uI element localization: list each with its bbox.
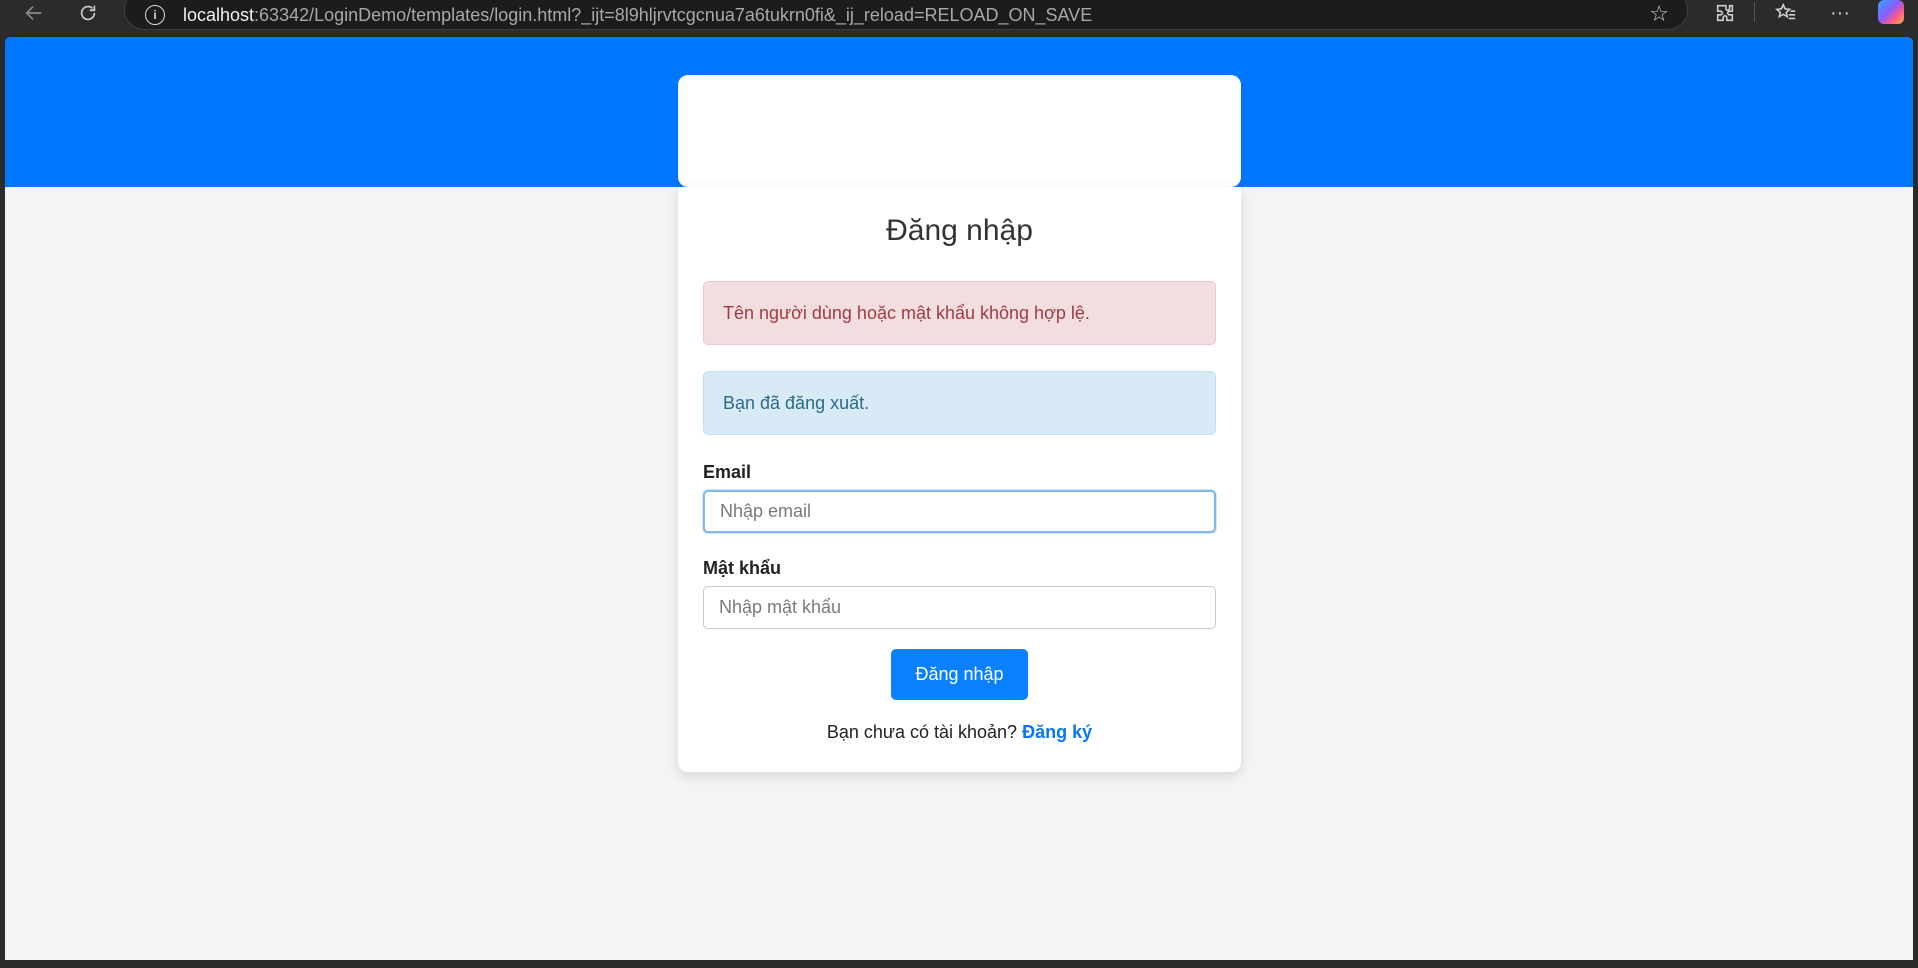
favorites-icon[interactable] bbox=[1770, 0, 1802, 26]
url-host: localhost bbox=[183, 4, 255, 25]
register-link[interactable]: Đăng ký bbox=[1022, 722, 1092, 742]
register-prompt-text: Bạn chưa có tài khoản? bbox=[826, 722, 1018, 742]
email-label: Email bbox=[703, 462, 752, 482]
error-alert-text: Tên người dùng hoặc mật khẩu không hợp l… bbox=[723, 302, 1090, 323]
info-alert: Bạn đã đăng xuất. bbox=[703, 371, 1216, 435]
page-viewport: Đăng nhập Tên người dùng hoặc mật khẩu k… bbox=[5, 37, 1913, 960]
password-field[interactable] bbox=[703, 586, 1216, 629]
url-text: localhost:63342/LoginDemo/templates/logi… bbox=[183, 5, 1092, 26]
window-bottom-edge bbox=[0, 960, 1918, 968]
toolbar-separator bbox=[1754, 2, 1755, 22]
back-arrow-icon[interactable] bbox=[16, 0, 52, 26]
url-path: :63342/LoginDemo/templates/login.html?_i… bbox=[254, 4, 1093, 25]
info-alert-text: Bạn đã đăng xuất. bbox=[723, 392, 870, 413]
submit-row: Đăng nhập bbox=[703, 649, 1216, 700]
more-icon[interactable]: ··· bbox=[1824, 0, 1856, 26]
extensions-icon[interactable] bbox=[1709, 0, 1741, 26]
error-alert: Tên người dùng hoặc mật khẩu không hợp l… bbox=[703, 281, 1216, 345]
page-title: Đăng nhập bbox=[886, 214, 1033, 247]
copilot-icon[interactable] bbox=[1878, 0, 1904, 24]
login-button[interactable]: Đăng nhập bbox=[891, 649, 1028, 700]
info-icon[interactable]: i bbox=[145, 5, 165, 25]
email-field[interactable] bbox=[703, 490, 1216, 533]
register-prompt: Bạn chưa có tài khoản? Đăng ký bbox=[703, 722, 1216, 743]
reload-icon[interactable] bbox=[70, 0, 106, 26]
browser-toolbar: i localhost:63342/LoginDemo/templates/lo… bbox=[0, 0, 1918, 37]
password-label: Mật khẩu bbox=[703, 558, 782, 578]
star-icon[interactable]: ☆ bbox=[1649, 1, 1669, 27]
header-card bbox=[678, 75, 1241, 187]
login-card: Đăng nhập Tên người dùng hoặc mật khẩu k… bbox=[678, 187, 1241, 772]
address-bar[interactable]: i localhost:63342/LoginDemo/templates/lo… bbox=[124, 0, 1688, 30]
